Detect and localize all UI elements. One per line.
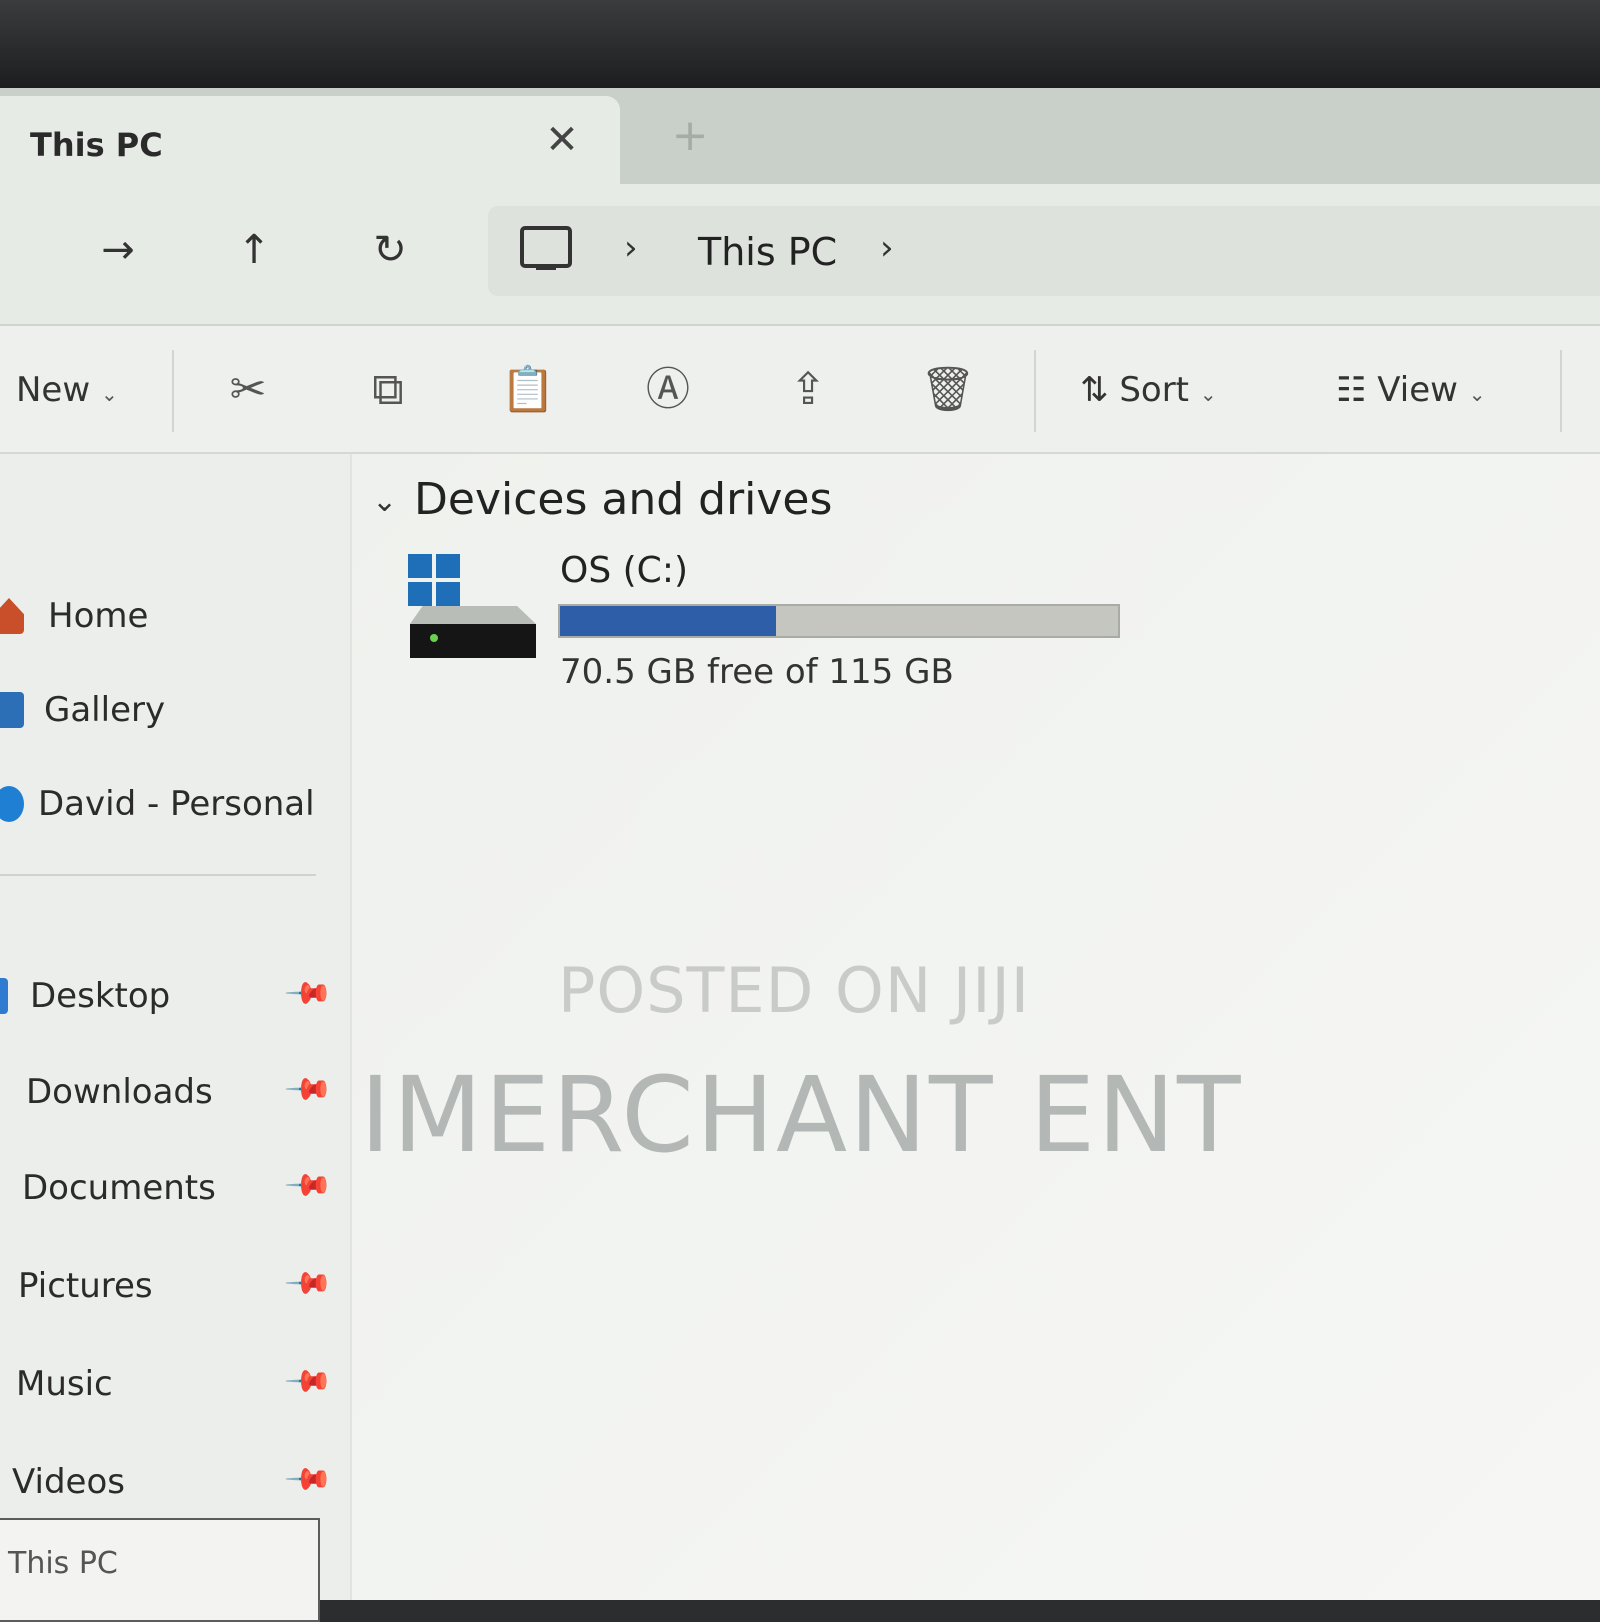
pin-icon[interactable]: 📌 bbox=[283, 1258, 334, 1309]
sidebar-item-onedrive[interactable]: David - Personal bbox=[0, 770, 350, 840]
onedrive-icon bbox=[0, 786, 24, 822]
pin-icon[interactable]: 📌 bbox=[283, 1064, 334, 1115]
paste-icon[interactable]: 📋 bbox=[498, 360, 558, 420]
forward-arrow-icon[interactable]: → bbox=[90, 222, 146, 278]
divider bbox=[1034, 350, 1036, 432]
section-title[interactable]: Devices and drives bbox=[414, 474, 832, 525]
address-bar: → ↑ ↻ › This PC › bbox=[0, 184, 1600, 326]
sidebar-item-label: David - Personal bbox=[38, 784, 315, 824]
pin-icon[interactable]: 📌 bbox=[283, 1454, 334, 1505]
sidebar-item-label: Documents bbox=[22, 1168, 216, 1208]
sort-button-label: Sort bbox=[1119, 370, 1190, 410]
file-explorer-window: This PC ✕ + → ↑ ↻ › This PC › New ⌄ ✂ ⧉ … bbox=[0, 88, 1600, 1622]
sidebar-divider bbox=[0, 874, 316, 876]
drive-usage-fill bbox=[560, 606, 776, 636]
sidebar-item-downloads[interactable]: Downloads 📌 bbox=[0, 1058, 350, 1128]
sidebar-item-gallery[interactable]: Gallery bbox=[0, 676, 350, 746]
tab-title: This PC bbox=[30, 126, 163, 164]
new-button[interactable]: New ⌄ bbox=[16, 360, 118, 420]
sidebar-item-label: Desktop bbox=[30, 976, 171, 1016]
pin-icon[interactable]: 📌 bbox=[283, 1356, 334, 1407]
divider bbox=[172, 350, 174, 432]
sidebar-item-desktop[interactable]: Desktop 📌 bbox=[0, 962, 350, 1032]
pin-icon[interactable]: 📌 bbox=[283, 968, 334, 1019]
drive-usage-bar bbox=[558, 604, 1120, 638]
breadcrumb[interactable]: › This PC › bbox=[488, 206, 1600, 296]
trash-icon[interactable]: 🗑 bbox=[918, 360, 978, 420]
home-icon bbox=[0, 598, 24, 634]
chevron-down-icon[interactable]: ⌄ bbox=[372, 484, 397, 519]
sidebar-item-home[interactable]: Home bbox=[0, 582, 350, 652]
drive-tile[interactable]: OS (C:) 70.5 GB free of 115 GB bbox=[408, 550, 1128, 704]
breadcrumb-separator-icon[interactable]: › bbox=[624, 228, 638, 268]
sidebar-item-label: Downloads bbox=[26, 1072, 213, 1112]
plus-icon[interactable]: + bbox=[668, 114, 712, 160]
new-button-label: New bbox=[16, 370, 91, 410]
sidebar-item-videos[interactable]: Videos 📌 bbox=[0, 1448, 350, 1518]
pin-icon[interactable]: 📌 bbox=[283, 1160, 334, 1211]
content-pane: ⌄ Devices and drives OS (C:) 70.5 GB fre… bbox=[352, 454, 1600, 1600]
computer-icon bbox=[520, 226, 572, 270]
copy-icon[interactable]: ⧉ bbox=[358, 360, 418, 420]
desktop-folder-icon bbox=[0, 978, 8, 1014]
sidebar-item-this-pc[interactable]: This PC bbox=[0, 1518, 320, 1622]
breadcrumb-this-pc[interactable]: This PC bbox=[698, 230, 837, 274]
sidebar-item-label: Pictures bbox=[18, 1266, 153, 1306]
view-icon: ☷ bbox=[1336, 370, 1367, 410]
sidebar-item-label: Videos bbox=[12, 1462, 125, 1502]
gallery-icon bbox=[0, 692, 24, 728]
share-icon[interactable]: ⇪ bbox=[778, 360, 838, 420]
chevron-down-icon: ⌄ bbox=[100, 382, 118, 406]
chevron-down-icon: ⌄ bbox=[1199, 382, 1217, 406]
rename-icon[interactable]: Ⓐ bbox=[638, 360, 698, 420]
sidebar-item-label: Music bbox=[16, 1364, 113, 1404]
screen-bezel bbox=[0, 0, 1600, 90]
refresh-icon[interactable]: ↻ bbox=[362, 222, 418, 278]
tab-this-pc[interactable]: This PC ✕ bbox=[0, 96, 620, 184]
sidebar-item-label: This PC bbox=[8, 1546, 118, 1581]
view-button-label: View bbox=[1377, 370, 1458, 410]
chevron-down-icon: ⌄ bbox=[1468, 382, 1486, 406]
scissors-icon[interactable]: ✂ bbox=[218, 360, 278, 420]
sidebar-item-pictures[interactable]: Pictures 📌 bbox=[0, 1252, 350, 1322]
sidebar-item-music[interactable]: Music 📌 bbox=[0, 1350, 350, 1420]
sidebar-item-label: Home bbox=[48, 596, 149, 636]
sort-button[interactable]: ⇅ Sort ⌄ bbox=[1080, 360, 1217, 420]
navigation-pane: Home Gallery David - Personal Desktop 📌 … bbox=[0, 454, 352, 1600]
watermark-text: IMERCHANT ENT bbox=[360, 1054, 1243, 1176]
up-arrow-icon[interactable]: ↑ bbox=[226, 222, 282, 278]
breadcrumb-separator-icon[interactable]: › bbox=[880, 228, 894, 268]
windows-logo-icon bbox=[408, 554, 460, 606]
divider bbox=[1560, 350, 1562, 432]
command-bar: New ⌄ ✂ ⧉ 📋 Ⓐ ⇪ 🗑 ⇅ Sort ⌄ ☷ View ⌄ bbox=[0, 326, 1600, 454]
drive-name: OS (C:) bbox=[560, 550, 688, 591]
sidebar-item-documents[interactable]: Documents 📌 bbox=[0, 1154, 350, 1224]
hard-drive-icon bbox=[410, 606, 536, 658]
tab-strip: This PC ✕ + bbox=[0, 88, 1600, 184]
watermark-text: POSTED ON JIJI bbox=[558, 954, 1031, 1027]
view-button[interactable]: ☷ View ⌄ bbox=[1336, 360, 1486, 420]
drive-free-space: 70.5 GB free of 115 GB bbox=[560, 652, 954, 692]
close-icon[interactable]: ✕ bbox=[540, 118, 584, 162]
sidebar-item-label: Gallery bbox=[44, 690, 166, 730]
sort-icon: ⇅ bbox=[1080, 370, 1109, 410]
